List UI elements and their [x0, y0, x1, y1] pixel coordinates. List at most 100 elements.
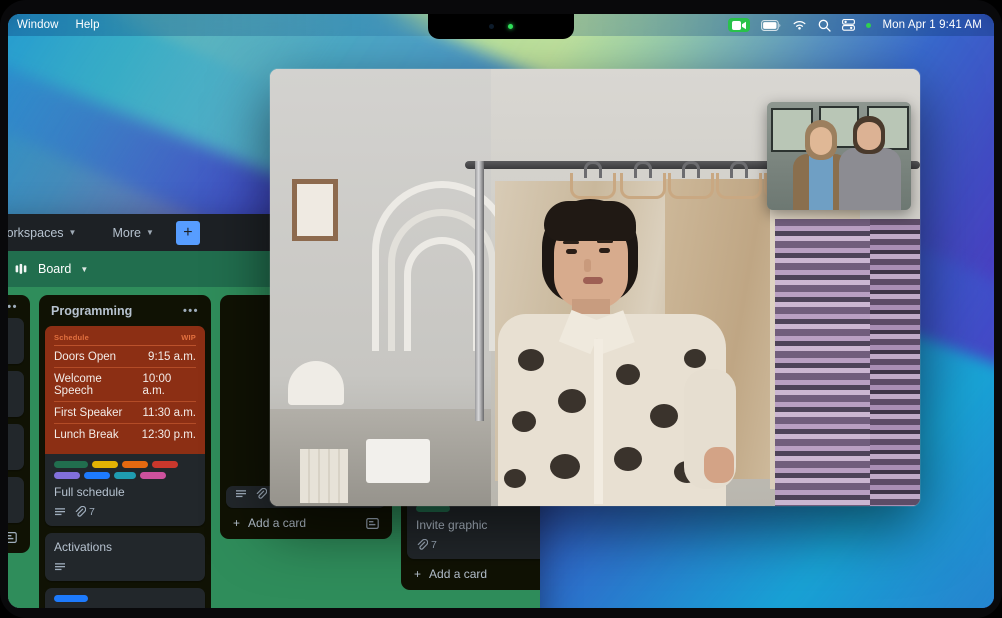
card-title: Full schedule — [54, 485, 196, 500]
storage-box — [366, 439, 430, 483]
schedule-time: 9:15 a.m. — [148, 351, 196, 363]
card-label — [54, 461, 88, 468]
create-button[interactable]: + — [176, 221, 200, 245]
menu-bar-clock[interactable]: Mon Apr 1 9:41 AM — [882, 19, 982, 31]
blouse-dot — [650, 404, 678, 428]
chevron-down-icon: ▼ — [146, 228, 154, 237]
blouse-dot — [614, 447, 642, 471]
schedule-row: Lunch Break 12:30 p.m. — [54, 424, 196, 445]
schedule-row: Welcome Speech 10:00 a.m. — [54, 368, 196, 402]
list-header: Programming ••• — [45, 302, 205, 326]
menu-help[interactable]: Help — [76, 19, 100, 31]
hair-front — [544, 201, 636, 241]
add-card-row[interactable]: + Add a card — [226, 508, 386, 533]
card-labels — [416, 505, 540, 512]
cover-header: Schedule WIP — [54, 333, 196, 346]
card-full-schedule[interactable]: Schedule WIP Doors Open 9:15 a.m. Welcom… — [45, 326, 205, 526]
card-labels — [8, 378, 15, 385]
blouse-dot — [550, 454, 580, 479]
card-label — [152, 461, 178, 468]
card-activations[interactable]: Activations — [45, 533, 205, 581]
attachment-count: 7 — [431, 539, 437, 551]
pip-video-tile[interactable] — [767, 102, 911, 210]
description-badge — [54, 506, 66, 518]
more-button[interactable]: More ▼ — [105, 221, 160, 245]
board-label[interactable]: Board — [38, 262, 71, 276]
card-label — [114, 472, 136, 479]
striped-fabric — [870, 219, 920, 506]
attachment-badge: 7 — [416, 539, 437, 551]
card[interactable] — [8, 424, 24, 470]
battery-icon[interactable] — [761, 20, 781, 31]
blouse-dot — [512, 411, 536, 432]
card-badges: 7 — [416, 539, 540, 551]
screen: Window Help Mon — [8, 14, 994, 608]
hand — [704, 447, 734, 483]
card-list: Invite graphic 7 — [407, 498, 540, 559]
front-camera-icon — [489, 24, 494, 29]
schedule-event: Welcome Speech — [54, 373, 143, 397]
eyebrow — [597, 240, 613, 243]
card[interactable] — [8, 371, 24, 417]
card-template-icon[interactable] — [8, 531, 17, 544]
list-menu-icon[interactable]: ••• — [8, 304, 18, 310]
card-label — [54, 595, 88, 602]
blouse-dot — [684, 349, 706, 368]
list-programming: Programming ••• Schedule WIP Doo — [39, 295, 211, 608]
list-title[interactable]: Programming — [51, 304, 132, 318]
workspaces-label: Workspaces — [8, 226, 64, 240]
camera-active-icon[interactable] — [728, 18, 750, 32]
mouth — [583, 277, 603, 284]
card-list: Schedule WIP Doors Open 9:15 a.m. Welcom… — [45, 326, 205, 608]
card-title: Activations — [54, 540, 196, 555]
schedule-event: Doors Open — [54, 351, 116, 363]
swatch-board — [300, 449, 348, 503]
main-video-tile — [270, 69, 920, 506]
blouse-dot — [616, 364, 640, 385]
video-participant-main — [498, 199, 728, 506]
chevron-down-icon[interactable]: ▼ — [80, 265, 88, 274]
card-title: Invite graphic — [416, 518, 540, 533]
description-badge — [54, 561, 66, 573]
search-icon[interactable] — [818, 19, 831, 32]
attachment-badge: 7 — [74, 506, 95, 518]
card[interactable] — [8, 318, 24, 364]
wifi-icon[interactable] — [792, 20, 807, 31]
card-invite-graphic[interactable]: Invite graphic 7 — [407, 498, 540, 559]
schedule-row: Doors Open 9:15 a.m. — [54, 346, 196, 368]
hanger-icon — [668, 173, 714, 199]
card-breakout-sessions[interactable]: Breakout sessions — [45, 588, 205, 608]
eye — [566, 249, 577, 254]
schedule-row: First Speaker 11:30 a.m. — [54, 402, 196, 424]
more-label: More — [112, 226, 140, 240]
add-card-label: Add a card — [429, 567, 487, 581]
add-card-row[interactable] — [8, 523, 24, 547]
facetime-window[interactable] — [270, 69, 920, 506]
add-card-label: Add a card — [248, 516, 306, 530]
eye — [599, 248, 610, 253]
plus-icon: + — [233, 516, 240, 530]
list-menu-icon[interactable]: ••• — [183, 308, 199, 314]
card-labels — [54, 461, 196, 479]
camera-in-use-led — [508, 24, 513, 29]
card-label — [122, 461, 148, 468]
shirt-placket — [594, 339, 603, 504]
control-center-icon[interactable] — [842, 19, 855, 31]
board-visibility-icon[interactable] — [15, 263, 29, 275]
card-label — [92, 461, 118, 468]
wall-picture-frame — [292, 179, 338, 241]
plus-icon: + — [183, 225, 192, 241]
card[interactable] — [8, 477, 24, 523]
hanger-icon — [570, 173, 616, 199]
card-list — [8, 318, 24, 523]
hanger-icon — [716, 173, 762, 199]
list-hidden-left: ••• — [8, 295, 30, 553]
blouse-dot — [518, 349, 544, 371]
card-template-icon[interactable] — [366, 517, 379, 530]
card-badges: 7 — [54, 506, 196, 518]
add-card-row[interactable]: + Add a card — [407, 559, 540, 584]
card-label — [416, 505, 450, 512]
workspaces-button[interactable]: Workspaces ▼ — [8, 221, 83, 245]
card-label — [54, 472, 80, 479]
menu-window[interactable]: Window — [17, 19, 59, 31]
